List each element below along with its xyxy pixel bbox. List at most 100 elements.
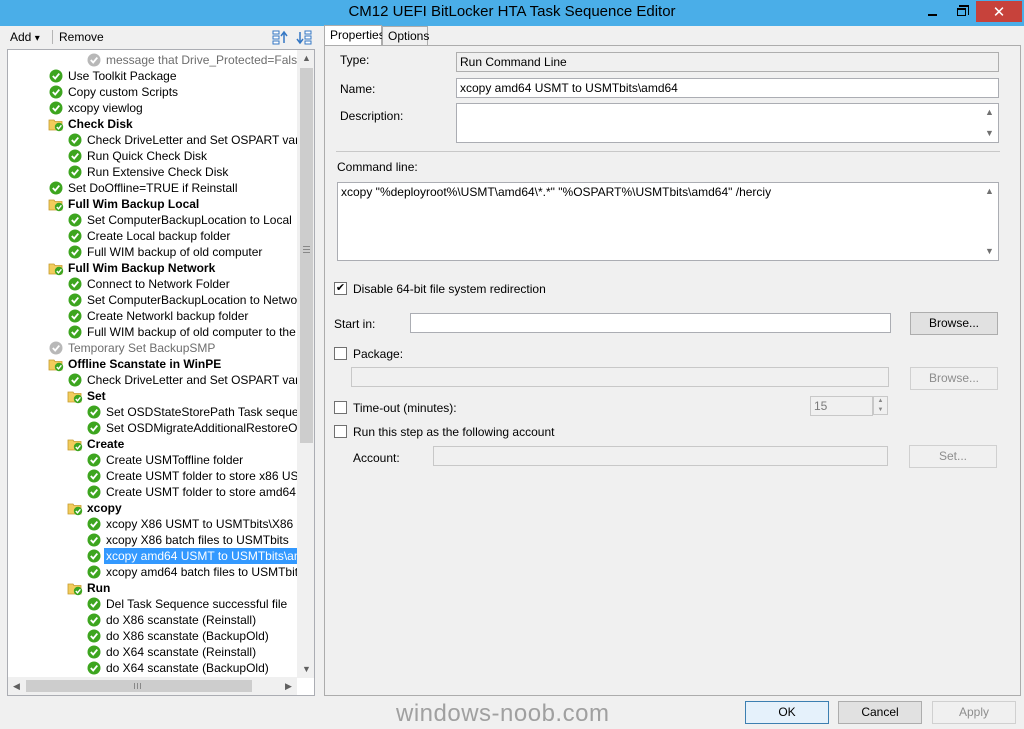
package-browse-button: Browse... [910, 367, 998, 390]
tree-item-label: do X86 scanstate (Reinstall) [106, 613, 257, 627]
tree-step[interactable]: xcopy X86 USMT to USMTbits\X86 [86, 516, 295, 532]
tree-step[interactable]: Full WIM backup of old computer to the N… [67, 324, 314, 340]
green-check-icon [68, 293, 82, 307]
tree-item-label: Set OSDMigrateAdditionalRestoreOption [106, 421, 315, 435]
tree-toolbar: Add ▾ Remove [4, 26, 316, 48]
tree-step[interactable]: Del Task Sequence successful file [86, 596, 289, 612]
scroll-down-icon[interactable]: ▼ [981, 125, 998, 142]
tree-step[interactable]: Set OSDMigrateAdditionalRestoreOption [86, 420, 315, 436]
apply-button: Apply [932, 701, 1016, 724]
tree-group[interactable]: Check Disk [48, 116, 135, 132]
command-line-value: xcopy "%deployroot%\USMT\amd64\*.*" "%OS… [341, 185, 772, 199]
name-label: Name: [340, 82, 376, 96]
description-field[interactable]: ▲ ▼ [456, 103, 999, 143]
tree-step[interactable]: xcopy viewlog [48, 100, 145, 116]
tree-step[interactable]: do X86 scanstate (Reinstall) [86, 612, 258, 628]
ok-button[interactable]: OK [745, 701, 829, 724]
tree-group[interactable]: Offline Scanstate in WinPE [48, 356, 223, 372]
scroll-down-icon[interactable]: ▼ [981, 243, 998, 260]
tree-step[interactable]: do X86 scanstate (BackupOld) [86, 628, 271, 644]
tree-step[interactable]: xcopy X86 batch files to USMTbits [86, 532, 291, 548]
tree-group[interactable]: Run [67, 580, 112, 596]
disable-redirection-checkbox[interactable]: ✔ [334, 282, 347, 295]
move-down-icon[interactable] [296, 30, 312, 45]
tree-step[interactable]: Temporary Set BackupSMP [48, 340, 217, 356]
description-scrollbar[interactable]: ▲ ▼ [981, 104, 998, 142]
scroll-up-icon[interactable]: ▲ [981, 183, 998, 200]
run-as-label: Run this step as the following account [353, 425, 555, 439]
scroll-up-icon[interactable]: ▲ [298, 50, 314, 67]
run-as-checkbox[interactable] [334, 425, 347, 438]
tab-properties[interactable]: Properties [324, 25, 385, 46]
close-button[interactable]: ✕ [976, 1, 1022, 22]
timeout-checkbox[interactable] [334, 401, 347, 414]
command-line-scrollbar[interactable]: ▲ ▼ [981, 183, 998, 260]
tab-options[interactable]: Options [382, 26, 429, 46]
disabled-check-icon [49, 341, 63, 355]
tree-step[interactable]: Set OSDStateStorePath Task sequence [86, 404, 314, 420]
tree-item-label: Create [87, 437, 125, 451]
scroll-down-icon[interactable]: ▼ [298, 661, 314, 678]
package-label: Package: [353, 347, 404, 361]
tree-step[interactable]: Set ComputerBackupLocation to Local [67, 212, 294, 228]
task-sequence-tree[interactable]: message that Drive_Protected=False Use To… [7, 49, 315, 696]
start-in-browse-button[interactable]: Browse... [910, 312, 998, 335]
green-check-icon [49, 69, 63, 83]
remove-button[interactable]: Remove [59, 28, 104, 46]
tree-step[interactable]: Full WIM backup of old computer [67, 244, 264, 260]
tree-step[interactable]: Run Quick Check Disk [67, 148, 209, 164]
tree-group[interactable]: Full Wim Backup Network [48, 260, 217, 276]
tree-item-label: Create USMT folder to store amd64 USI [106, 485, 315, 499]
tree-step[interactable]: Create USMT folder to store amd64 USI [86, 484, 315, 500]
tree-step[interactable]: Create Local backup folder [67, 228, 232, 244]
tree-step[interactable]: Run Extensive Check Disk [67, 164, 230, 180]
tree-step[interactable]: do X64 scanstate (Reinstall) [86, 644, 258, 660]
tree-item-label: do X64 scanstate (Reinstall) [106, 645, 257, 659]
tree-item-label: Create USMToffline folder [106, 453, 244, 467]
tree-step[interactable]: Connect to Network Folder [67, 276, 232, 292]
tree-step[interactable]: Create Networkl backup folder [67, 308, 250, 324]
tree-step[interactable]: Create USMT folder to store x86 USMT [86, 468, 314, 484]
scroll-up-icon[interactable]: ▲ [981, 104, 998, 121]
tree-group[interactable]: Set [67, 388, 108, 404]
maximize-button[interactable] [947, 1, 975, 22]
folder-check-icon [48, 263, 64, 276]
tree-group[interactable]: Create [67, 436, 126, 452]
green-check-icon [87, 453, 101, 467]
tree-vertical-scrollbar[interactable]: ▲ ▼ [297, 50, 314, 678]
tree-step[interactable]: Check DriveLetter and Set OSPART variabl [67, 132, 314, 148]
start-in-label: Start in: [334, 317, 376, 331]
tree-group[interactable]: Full Wim Backup Local [48, 196, 201, 212]
cancel-button[interactable]: Cancel [838, 701, 922, 724]
scroll-left-icon[interactable]: ◀ [8, 677, 25, 695]
tree-step[interactable]: xcopy amd64 USMT to USMTbits\amd6 [86, 548, 314, 564]
tree-step[interactable]: Create USMToffline folder [86, 452, 245, 468]
tree-group[interactable]: xcopy [67, 500, 124, 516]
tree-step[interactable]: message that Drive_Protected=False [86, 52, 306, 68]
minimize-button[interactable] [918, 1, 946, 22]
chevron-down-icon: ▾ [34, 33, 40, 44]
tree-step[interactable]: Use Toolkit Package [48, 68, 179, 84]
add-menu-button[interactable]: Add ▾ [10, 28, 40, 46]
tree-step[interactable]: Set DoOffline=TRUE if Reinstall [48, 180, 240, 196]
horizontal-scroll-thumb[interactable] [26, 680, 252, 692]
start-in-field[interactable] [410, 313, 891, 333]
watermark: windows-noob.com [396, 700, 610, 727]
tree-horizontal-scrollbar[interactable]: ◀ ▶ [8, 677, 297, 695]
name-field[interactable]: xcopy amd64 USMT to USMTbits\amd64 [456, 78, 999, 98]
disabled-check-icon [87, 53, 101, 67]
tree-step[interactable]: xcopy amd64 batch files to USMTbits [86, 564, 306, 580]
tree-step[interactable]: do X64 scanstate (BackupOld) [86, 660, 271, 676]
command-line-field[interactable]: xcopy "%deployroot%\USMT\amd64\*.*" "%OS… [337, 182, 999, 261]
tree-item-label: Del Task Sequence successful file [106, 597, 288, 611]
move-up-icon[interactable] [272, 30, 288, 45]
scroll-right-icon[interactable]: ▶ [280, 677, 297, 695]
tree-step[interactable]: Set ComputerBackupLocation to Network [67, 292, 309, 308]
green-check-icon [87, 661, 101, 675]
tree-step[interactable]: Copy custom Scripts [48, 84, 180, 100]
package-checkbox[interactable] [334, 347, 347, 360]
scroll-thumb[interactable] [300, 68, 313, 443]
green-check-icon [68, 277, 82, 291]
green-check-icon [68, 213, 82, 227]
tree-step[interactable]: Check DriveLetter and Set OSPART variabl [67, 372, 314, 388]
